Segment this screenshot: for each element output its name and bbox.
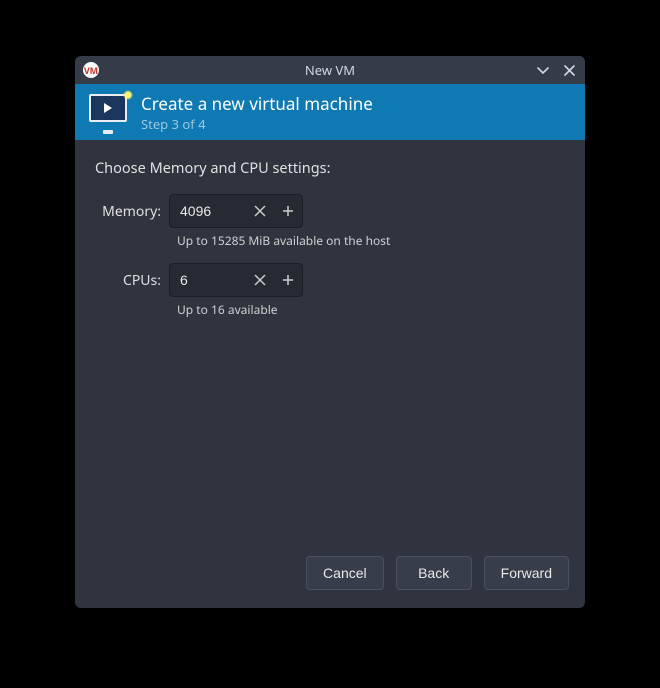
memory-clear-button[interactable]: [246, 195, 274, 227]
cpus-spinbox: [169, 263, 303, 297]
footer: Cancel Back Forward: [75, 542, 585, 608]
cpus-increment-button[interactable]: [274, 264, 302, 296]
banner-step: Step 3 of 4: [141, 115, 373, 133]
memory-row: Memory:: [95, 194, 565, 228]
cpus-label: CPUs:: [95, 271, 169, 290]
memory-hint: Up to 15285 MiB available on the host: [177, 232, 565, 249]
memory-input[interactable]: [170, 203, 246, 219]
titlebar: VM New VM: [75, 56, 585, 84]
banner-text: Create a new virtual machine Step 3 of 4: [141, 92, 373, 133]
banner: Create a new virtual machine Step 3 of 4: [75, 84, 585, 140]
dialog-window: VM New VM Create a new virtual machine S…: [75, 56, 585, 608]
cpus-input[interactable]: [170, 272, 246, 288]
app-icon: VM: [83, 62, 99, 78]
form-body: Choose Memory and CPU settings: Memory: …: [75, 140, 585, 542]
back-button[interactable]: Back: [396, 556, 472, 590]
memory-spinbox: [169, 194, 303, 228]
cancel-button[interactable]: Cancel: [306, 556, 384, 590]
memory-label: Memory:: [95, 202, 169, 221]
banner-title: Create a new virtual machine: [141, 92, 373, 115]
memory-increment-button[interactable]: [274, 195, 302, 227]
minimize-button[interactable]: [535, 62, 551, 78]
cpus-hint: Up to 16 available: [177, 301, 565, 318]
cpus-row: CPUs:: [95, 263, 565, 297]
section-heading: Choose Memory and CPU settings:: [95, 158, 565, 178]
close-button[interactable]: [561, 62, 577, 78]
vm-wizard-icon: [89, 94, 129, 130]
cpus-clear-button[interactable]: [246, 264, 274, 296]
forward-button[interactable]: Forward: [484, 556, 569, 590]
window-title: New VM: [75, 61, 585, 79]
window-controls: [535, 62, 577, 78]
